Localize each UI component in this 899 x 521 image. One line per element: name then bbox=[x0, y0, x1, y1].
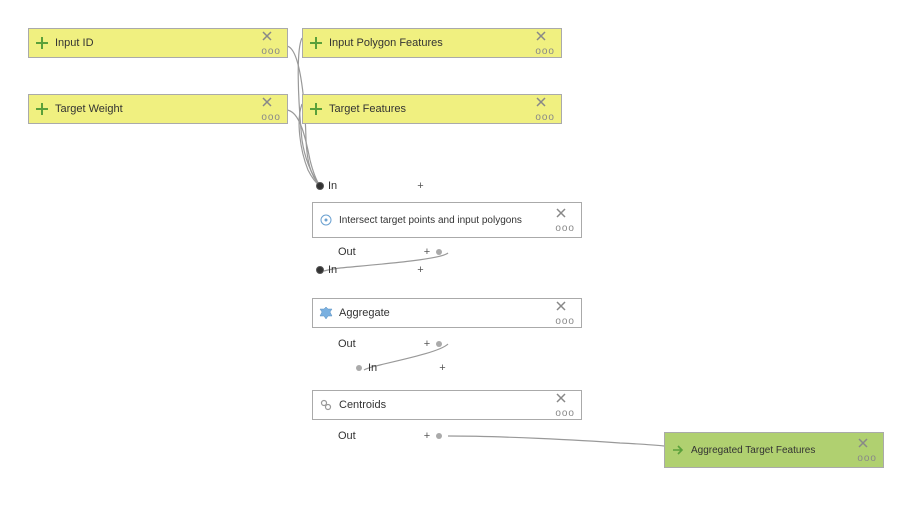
node-label: Target Weight bbox=[55, 103, 255, 115]
node-label: Aggregate bbox=[339, 307, 549, 319]
node-controls: ooo bbox=[857, 437, 877, 464]
port-endpoint-icon bbox=[436, 249, 442, 255]
port-label: Out bbox=[338, 246, 356, 258]
port-endpoint-icon bbox=[436, 341, 442, 347]
plus-icon bbox=[35, 102, 49, 116]
port-endpoint-icon bbox=[356, 365, 362, 371]
port-aggregate-out[interactable]: Out + bbox=[338, 338, 442, 350]
node-target-weight[interactable]: Target Weight ooo bbox=[28, 94, 288, 124]
port-label: In bbox=[328, 264, 337, 276]
port-aggregate-in[interactable]: In + bbox=[316, 264, 424, 276]
node-controls: ooo bbox=[261, 30, 281, 57]
port-centroids-out[interactable]: Out + bbox=[338, 430, 442, 442]
plus-icon bbox=[309, 102, 323, 116]
port-label: In bbox=[328, 180, 337, 192]
close-icon[interactable] bbox=[535, 96, 555, 111]
node-output-aggregated[interactable]: Aggregated Target Features ooo bbox=[664, 432, 884, 468]
gear-icon bbox=[319, 213, 333, 227]
port-label: Out bbox=[338, 338, 356, 350]
port-label: In bbox=[368, 362, 377, 374]
port-centroids-in[interactable]: In + bbox=[356, 362, 446, 374]
menu-icon[interactable]: ooo bbox=[555, 409, 575, 419]
node-label: Centroids bbox=[339, 399, 549, 411]
menu-icon[interactable]: ooo bbox=[535, 113, 555, 123]
plus-icon bbox=[309, 36, 323, 50]
port-intersect-out[interactable]: Out + bbox=[338, 246, 442, 258]
close-icon[interactable] bbox=[535, 30, 555, 45]
node-label: Input ID bbox=[55, 37, 255, 49]
menu-icon[interactable]: ooo bbox=[555, 317, 575, 327]
menu-icon[interactable]: ooo bbox=[555, 224, 575, 234]
close-icon[interactable] bbox=[555, 300, 575, 315]
close-icon[interactable] bbox=[261, 30, 281, 45]
port-add-icon[interactable]: + bbox=[424, 246, 430, 258]
port-dot-icon bbox=[316, 266, 324, 274]
node-controls: ooo bbox=[261, 96, 281, 123]
node-aggregate[interactable]: Aggregate ooo bbox=[312, 298, 582, 328]
menu-icon[interactable]: ooo bbox=[857, 454, 877, 464]
menu-icon[interactable]: ooo bbox=[535, 47, 555, 57]
port-endpoint-icon bbox=[436, 433, 442, 439]
port-add-icon[interactable]: + bbox=[424, 338, 430, 350]
menu-icon[interactable]: ooo bbox=[261, 113, 281, 123]
node-controls: ooo bbox=[555, 392, 575, 419]
chain-icon bbox=[319, 398, 333, 412]
plus-icon bbox=[35, 36, 49, 50]
gear-icon bbox=[319, 306, 333, 320]
node-controls: ooo bbox=[555, 207, 575, 234]
close-icon[interactable] bbox=[555, 207, 575, 222]
node-label: Aggregated Target Features bbox=[691, 445, 851, 456]
port-add-icon[interactable]: + bbox=[439, 362, 445, 374]
node-intersect[interactable]: Intersect target points and input polygo… bbox=[312, 202, 582, 238]
node-label: Target Features bbox=[329, 103, 529, 115]
menu-icon[interactable]: ooo bbox=[261, 47, 281, 57]
node-label: Intersect target points and input polygo… bbox=[339, 215, 549, 226]
close-icon[interactable] bbox=[857, 437, 877, 452]
port-add-icon[interactable]: + bbox=[417, 264, 423, 276]
port-label: Out bbox=[338, 430, 356, 442]
port-intersect-in[interactable]: In + bbox=[316, 180, 424, 192]
port-dot-icon bbox=[316, 182, 324, 190]
close-icon[interactable] bbox=[555, 392, 575, 407]
node-input-id[interactable]: Input ID ooo bbox=[28, 28, 288, 58]
node-input-polygon-features[interactable]: Input Polygon Features ooo bbox=[302, 28, 562, 58]
port-add-icon[interactable]: + bbox=[417, 180, 423, 192]
node-label: Input Polygon Features bbox=[329, 37, 529, 49]
port-add-icon[interactable]: + bbox=[424, 430, 430, 442]
node-controls: ooo bbox=[535, 96, 555, 123]
node-controls: ooo bbox=[535, 30, 555, 57]
close-icon[interactable] bbox=[261, 96, 281, 111]
node-controls: ooo bbox=[555, 300, 575, 327]
arrow-icon bbox=[671, 443, 685, 457]
node-centroids[interactable]: Centroids ooo bbox=[312, 390, 582, 420]
node-target-features[interactable]: Target Features ooo bbox=[302, 94, 562, 124]
